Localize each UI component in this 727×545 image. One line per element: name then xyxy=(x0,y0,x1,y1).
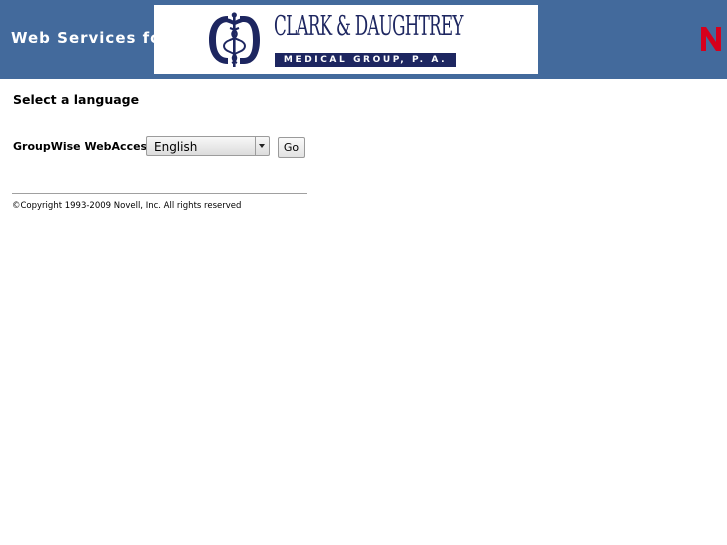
language-selector-label: GroupWise WebAccess: xyxy=(13,140,159,153)
language-select-value: English xyxy=(154,140,198,154)
copyright-text: ©Copyright 1993-2009 Novell, Inc. All ri… xyxy=(12,201,242,211)
header-title: Web Services for xyxy=(11,29,170,47)
logo-company-name: CLARK & DAUGHTREY xyxy=(274,11,463,42)
logo-company-subtitle: MEDICAL GROUP, P. A. xyxy=(275,53,456,67)
novell-n-icon xyxy=(701,27,721,51)
language-select[interactable]: English xyxy=(146,136,270,156)
header-bar: Web Services for CLARK & DAUGHTREY MEDIC… xyxy=(0,0,727,79)
company-logo: CLARK & DAUGHTREY MEDICAL GROUP, P. A. xyxy=(154,5,538,74)
page-title: Select a language xyxy=(13,92,140,107)
footer-divider xyxy=(12,193,307,194)
caduceus-icon xyxy=(209,12,260,67)
chevron-down-icon[interactable] xyxy=(255,137,269,155)
go-button[interactable]: Go xyxy=(278,137,305,158)
